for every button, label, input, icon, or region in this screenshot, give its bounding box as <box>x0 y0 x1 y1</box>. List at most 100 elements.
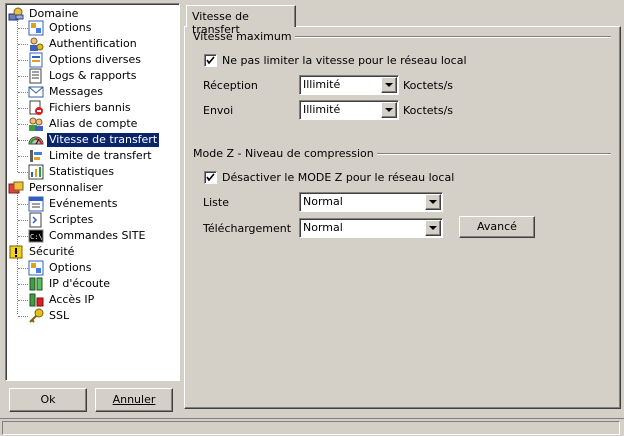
tree-connector <box>18 236 28 237</box>
group-divider <box>280 36 611 38</box>
tree-connector <box>18 76 28 77</box>
status-pane <box>2 421 620 435</box>
tree-item-ip-ecoute[interactable]: IP d'écoute <box>28 276 112 292</box>
tree-item-label: Commandes SITE <box>49 229 146 242</box>
alias-icon <box>28 116 44 132</box>
group-title-compression: Mode Z - Niveau de compression <box>193 147 377 160</box>
download-compression-value: Normal <box>303 221 343 234</box>
misc-options-icon <box>28 52 44 68</box>
chevron-down-icon[interactable] <box>381 102 397 118</box>
listen-ip-icon <box>28 276 44 292</box>
tree-item-label: Options <box>49 21 92 34</box>
tree-item-limite-de-transfert[interactable]: Limite de transfert <box>28 148 154 164</box>
advanced-button[interactable]: Avancé <box>459 216 535 238</box>
speed-gauge-icon <box>28 132 44 148</box>
download-label: Téléchargement <box>203 222 292 235</box>
auth-icon <box>28 36 44 52</box>
tree-item-fichiers-bannis[interactable]: Fichiers bannis <box>28 100 133 116</box>
tree-connector <box>18 124 28 125</box>
tree-connector <box>18 156 28 157</box>
tree-item-label: Logs & rapports <box>49 69 137 82</box>
tree-connector <box>17 18 18 138</box>
messages-icon <box>28 84 44 100</box>
send-speed-value: Illimité <box>303 103 341 116</box>
tree-group-personnaliser[interactable]: Personnaliser <box>8 180 105 196</box>
tree-item-label: Messages <box>49 85 103 98</box>
cancel-button-label: Annuler <box>112 393 156 406</box>
svg-text:C:\: C:\ <box>30 233 43 241</box>
disable-modez-local-checkbox[interactable] <box>204 171 217 184</box>
disable-modez-local-label[interactable]: Désactiver le MODE Z pour le réseau loca… <box>222 171 454 184</box>
tree-item-options-diverses[interactable]: Options diverses <box>28 52 143 68</box>
tree-connector <box>18 92 28 93</box>
tree-item-authentification[interactable]: Authentification <box>28 36 139 52</box>
tree-connector <box>17 258 18 314</box>
list-compression-select[interactable]: Normal <box>299 192 443 212</box>
send-label: Envoi <box>203 104 234 117</box>
chevron-down-icon[interactable] <box>381 77 397 93</box>
status-bar <box>0 418 624 436</box>
ok-button[interactable]: Ok <box>9 388 87 412</box>
statistics-icon <box>28 164 44 180</box>
cancel-button[interactable]: Annuler <box>95 388 173 412</box>
tree-item-label: Limite de transfert <box>49 149 152 162</box>
tree-connector <box>18 316 28 317</box>
settings-tree[interactable]: Domaine Options Authentification Options… <box>5 3 180 381</box>
tree-item-acces-ip[interactable]: Accès IP <box>28 292 96 308</box>
tree-group-label: Sécurité <box>29 245 75 258</box>
security-icon <box>8 244 24 260</box>
tree-item-vitesse-de-transfert[interactable]: Vitesse de transfert <box>28 132 160 148</box>
reception-speed-select[interactable]: Illimité <box>299 75 399 95</box>
tree-item-ssl[interactable]: SSL <box>28 308 71 324</box>
no-limit-local-label[interactable]: Ne pas limiter la vitesse pour le réseau… <box>222 54 467 67</box>
ip-access-icon <box>28 292 44 308</box>
send-speed-select[interactable]: Illimité <box>299 100 399 120</box>
chevron-down-icon[interactable] <box>425 220 441 236</box>
reception-label: Réception <box>203 79 258 92</box>
tree-item-scriptes[interactable]: Scriptes <box>28 212 95 228</box>
tree-connector <box>18 140 28 141</box>
tree-group-label: Domaine <box>29 7 79 20</box>
tree-item-options[interactable]: Options <box>28 20 93 36</box>
scripts-icon <box>28 212 44 228</box>
tree-connector <box>18 300 28 301</box>
tree-connector <box>18 268 28 269</box>
chevron-down-icon[interactable] <box>425 194 441 210</box>
tree-item-label: Evénements <box>49 197 118 210</box>
tab-vitesse-de-transfert[interactable]: Vitesse de transfert <box>186 5 296 36</box>
list-label: Liste <box>203 196 229 209</box>
tree-connector <box>18 284 28 285</box>
tree-group-securite[interactable]: Sécurité <box>8 244 76 260</box>
tree-item-securite-options[interactable]: Options <box>28 260 93 276</box>
tree-item-logs-rapports[interactable]: Logs & rapports <box>28 68 138 84</box>
tree-item-evenements[interactable]: Evénements <box>28 196 119 212</box>
tree-connector <box>17 138 18 172</box>
checkmark-icon <box>206 173 215 182</box>
tree-item-label: SSL <box>49 309 70 322</box>
tree-item-label: Options <box>49 261 92 274</box>
send-unit: Koctets/s <box>403 104 454 117</box>
checkmark-icon <box>206 56 215 65</box>
reception-speed-value: Illimité <box>303 78 341 91</box>
tree-connector <box>18 28 28 29</box>
tree-connector <box>18 172 28 173</box>
tree-item-label: Statistiques <box>49 165 114 178</box>
tree-group-label: Personnaliser <box>29 181 103 194</box>
tree-item-label: Options diverses <box>49 53 142 66</box>
tree-item-commandes-site[interactable]: C:\ Commandes SITE <box>28 228 147 244</box>
events-icon <box>28 196 44 212</box>
tree-item-alias-de-compte[interactable]: Alias de compte <box>28 116 139 132</box>
tree-item-statistiques[interactable]: Statistiques <box>28 164 116 180</box>
tree-connector <box>18 60 28 61</box>
tree-item-label: Accès IP <box>49 293 95 306</box>
domain-icon <box>8 6 24 22</box>
reception-unit: Koctets/s <box>403 79 454 92</box>
download-compression-select[interactable]: Normal <box>299 218 443 238</box>
transfer-limit-icon <box>28 148 44 164</box>
tree-item-messages[interactable]: Messages <box>28 84 105 100</box>
tree-connector <box>18 44 28 45</box>
no-limit-local-checkbox[interactable] <box>204 54 217 67</box>
options-icon <box>28 20 44 36</box>
tree-item-label: Scriptes <box>49 213 94 226</box>
tree-connector <box>18 204 28 205</box>
